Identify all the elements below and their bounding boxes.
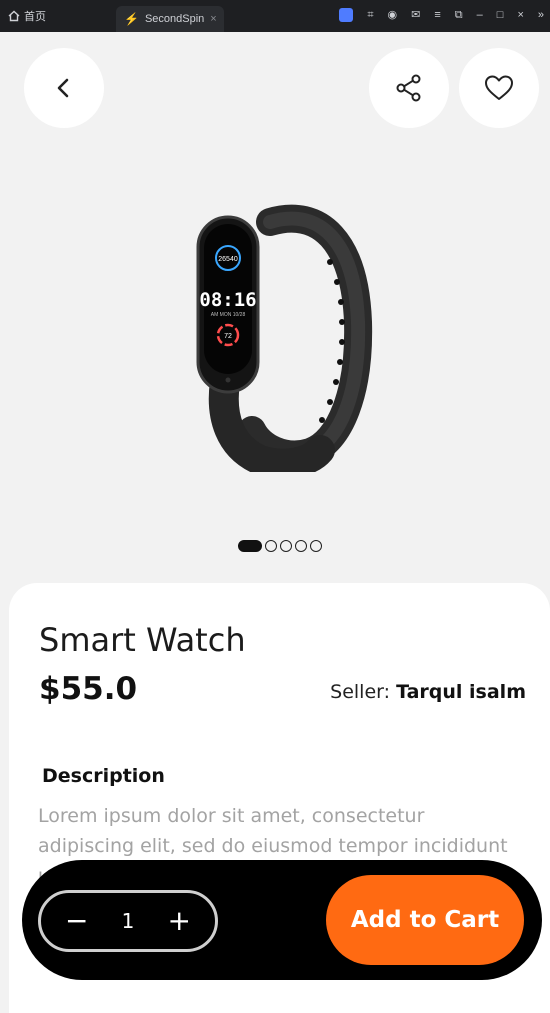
menu-icon[interactable]: ≡ — [434, 8, 440, 22]
seller-label: Seller: — [330, 681, 397, 703]
quantity-value: 1 — [121, 909, 135, 933]
account-icon[interactable]: ◉ — [388, 8, 398, 22]
home-icon — [8, 10, 20, 22]
product-gallery: 26540 08:16 AM MON 10/28 72 — [0, 32, 550, 592]
home-label: 首页 — [24, 11, 46, 23]
flutter-icon: ⚡ — [124, 12, 139, 26]
description-heading: Description — [42, 765, 165, 787]
home-tab[interactable]: 首页 — [8, 8, 46, 24]
tab-close-icon[interactable]: × — [210, 13, 216, 25]
decrease-quantity-button[interactable]: − — [65, 907, 88, 935]
pagination-dot[interactable] — [265, 540, 277, 552]
window-controls: ⌗ ◉ ✉ ≡ ⧉ – □ × » — [339, 8, 544, 22]
share-icon — [396, 74, 421, 102]
cart-action-bar: − 1 + Add to Cart — [22, 860, 542, 980]
image-pagination — [238, 540, 322, 552]
product-title: Smart Watch — [39, 621, 246, 659]
seller-info: Seller: Tarqul isalm — [330, 681, 526, 703]
watch-heart-rate: 72 — [224, 333, 232, 340]
pagination-dot[interactable] — [295, 540, 307, 552]
restore-icon[interactable]: ⧉ — [455, 8, 463, 22]
watch-time: 08:16 — [199, 289, 256, 311]
minimize-icon[interactable]: – — [477, 8, 483, 22]
seller-name[interactable]: Tarqul isalm — [396, 681, 526, 703]
favorite-button[interactable] — [459, 48, 539, 128]
extension-icon[interactable] — [339, 8, 354, 22]
product-price: $55.0 — [39, 671, 138, 707]
add-to-cart-button[interactable]: Add to Cart — [326, 875, 524, 965]
mail-icon[interactable]: ✉ — [411, 8, 420, 22]
browser-toolbar: 首页 ⚡ SecondSpin × ⌗ ◉ ✉ ≡ ⧉ – □ × » — [0, 0, 550, 32]
heart-icon — [485, 75, 513, 100]
quantity-stepper: − 1 + — [38, 890, 218, 952]
game-icon[interactable]: ⌗ — [367, 8, 373, 22]
watch-date: AM MON 10/28 — [211, 312, 246, 318]
more-icon[interactable]: » — [538, 8, 544, 22]
close-window-icon[interactable]: × — [517, 8, 523, 22]
pagination-dot[interactable] — [238, 540, 262, 552]
increase-quantity-button[interactable]: + — [168, 907, 191, 935]
tab-secondspin[interactable]: ⚡ SecondSpin × — [116, 6, 224, 32]
pagination-dot[interactable] — [310, 540, 322, 552]
watch-steps: 26540 — [218, 256, 238, 263]
tab-title: SecondSpin — [144, 13, 205, 25]
share-button[interactable] — [369, 48, 449, 128]
maximize-icon[interactable]: □ — [497, 8, 504, 22]
chevron-left-icon — [57, 78, 69, 98]
back-button[interactable] — [24, 48, 104, 128]
pagination-dot[interactable] — [280, 540, 292, 552]
product-image: 26540 08:16 AM MON 10/28 72 — [196, 204, 373, 472]
